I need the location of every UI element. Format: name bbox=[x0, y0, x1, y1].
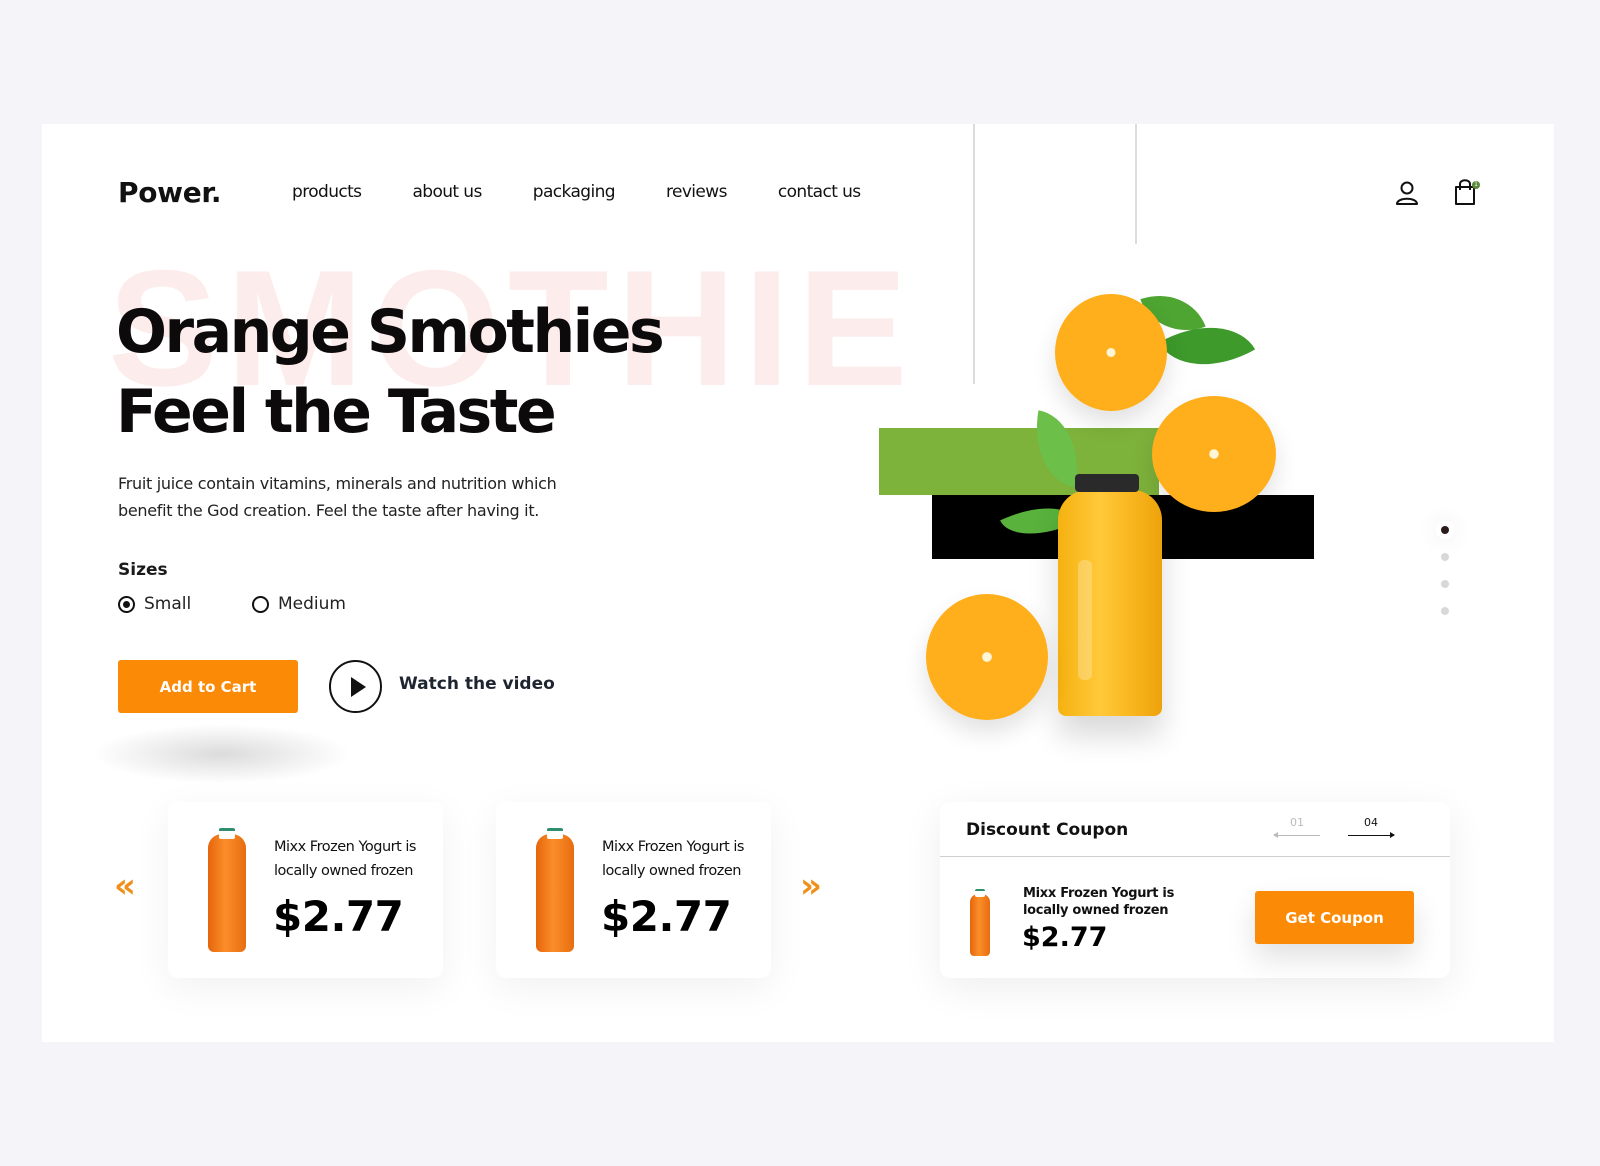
product-bottle-image bbox=[536, 828, 574, 952]
orange-slice-image bbox=[1055, 294, 1167, 411]
divider bbox=[940, 856, 1450, 857]
button-shadow bbox=[92, 724, 352, 784]
product-price: $2.77 bbox=[273, 892, 404, 941]
product-price: $2.77 bbox=[601, 892, 732, 941]
radio-small[interactable] bbox=[118, 595, 135, 613]
discount-coupon-card: Discount Coupon 01 04 Mixx Frozen Yogurt… bbox=[940, 802, 1450, 978]
slider-dot-1[interactable] bbox=[1441, 526, 1449, 534]
cart-badge: 1 bbox=[1472, 181, 1480, 189]
slider-pagination bbox=[1441, 526, 1449, 634]
watch-video-link[interactable]: Watch the video bbox=[399, 674, 555, 694]
nav-item-products[interactable]: products bbox=[292, 182, 362, 202]
carousel-prev-icon[interactable]: « bbox=[114, 869, 136, 903]
decorative-line bbox=[1135, 124, 1137, 244]
coupon-bottle-image bbox=[970, 889, 990, 956]
product-description: Mixx Frozen Yogurt is locally owned froz… bbox=[602, 839, 744, 879]
product-card[interactable]: Mixx Frozen Yogurt is locally owned froz… bbox=[496, 802, 771, 978]
nav-item-reviews[interactable]: reviews bbox=[666, 182, 727, 202]
slider-dot-3[interactable] bbox=[1441, 580, 1449, 588]
bottle-cap bbox=[1075, 474, 1139, 492]
carousel-next-icon[interactable]: » bbox=[800, 869, 822, 903]
hero-title-line1: Orange Smothies bbox=[116, 297, 665, 367]
get-coupon-button[interactable]: Get Coupon bbox=[1255, 891, 1414, 944]
size-label-small: Small bbox=[144, 594, 192, 614]
add-to-cart-button[interactable]: Add to Cart bbox=[118, 660, 298, 713]
nav-item-packaging[interactable]: packaging bbox=[533, 182, 616, 202]
coupon-description: Mixx Frozen Yogurt is locally owned froz… bbox=[1023, 886, 1175, 918]
product-bottle-image bbox=[208, 828, 246, 952]
hero-description: Fruit juice contain vitamins, minerals a… bbox=[118, 474, 557, 520]
coupon-price: $2.77 bbox=[1022, 922, 1108, 953]
radio-medium[interactable] bbox=[252, 595, 269, 613]
coupon-next-number: 04 bbox=[1364, 816, 1378, 829]
orange-slice-image bbox=[1152, 396, 1276, 512]
play-video-icon[interactable] bbox=[329, 660, 382, 713]
user-icon[interactable] bbox=[1394, 180, 1420, 206]
main-nav: products about us packaging reviews cont… bbox=[292, 182, 912, 202]
juice-bottle-image bbox=[1058, 490, 1162, 716]
nav-item-about-us[interactable]: about us bbox=[412, 182, 482, 202]
slider-dot-4[interactable] bbox=[1441, 607, 1449, 615]
product-description: Mixx Frozen Yogurt is locally owned froz… bbox=[274, 839, 416, 879]
size-label-medium: Medium bbox=[278, 594, 346, 614]
hero-title: Orange Smothies Feel the Taste bbox=[116, 292, 665, 452]
coupon-title: Discount Coupon bbox=[966, 820, 1129, 840]
product-card[interactable]: Mixx Frozen Yogurt is locally owned froz… bbox=[168, 802, 443, 978]
decorative-line bbox=[973, 124, 975, 384]
hero-title-line2: Feel the Taste bbox=[116, 377, 557, 447]
sizes-label: Sizes bbox=[118, 560, 168, 580]
landing-page: Power. products about us packaging revie… bbox=[42, 124, 1554, 1042]
coupon-next-button[interactable]: 04 bbox=[1348, 816, 1395, 838]
arrow-left-icon bbox=[1273, 832, 1320, 838]
brand-logo[interactable]: Power. bbox=[118, 176, 222, 209]
size-option-medium[interactable]: Medium bbox=[252, 594, 346, 614]
size-option-small[interactable]: Small bbox=[118, 594, 191, 614]
coupon-prev-number: 01 bbox=[1290, 816, 1304, 829]
nav-item-contact-us[interactable]: contact us bbox=[778, 182, 861, 202]
orange-slice-image bbox=[926, 594, 1048, 720]
slider-dot-2[interactable] bbox=[1441, 553, 1449, 561]
arrow-right-icon bbox=[1348, 832, 1395, 838]
coupon-prev-button[interactable]: 01 bbox=[1273, 816, 1320, 838]
